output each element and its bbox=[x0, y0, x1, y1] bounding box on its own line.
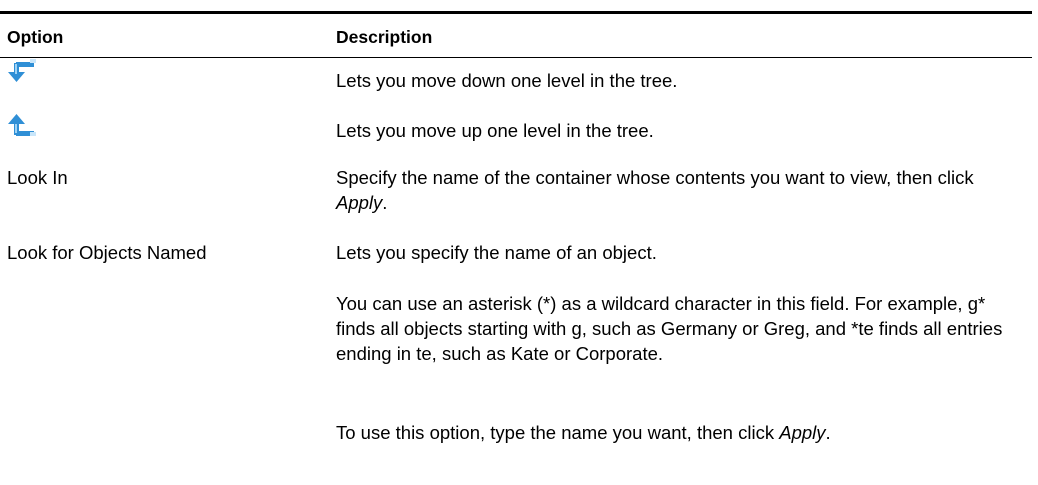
row-look-for-objects-description: Lets you specify the name of an object. bbox=[336, 242, 657, 263]
row-level-down-description: Lets you move down one level in the tree… bbox=[336, 70, 678, 91]
header-option: Option bbox=[7, 27, 64, 47]
row-look-in-option: Look In bbox=[7, 167, 68, 188]
table-top-rule bbox=[0, 11, 1032, 14]
row-look-for-objects-option: Look for Objects Named bbox=[7, 242, 207, 263]
row-level-up-description: Lets you move up one level in the tree. bbox=[336, 120, 654, 141]
level-up-arrow-icon bbox=[5, 110, 39, 140]
row-look-for-objects-description-2: You can use an asterisk (*) as a wildcar… bbox=[336, 293, 1003, 364]
header-rule bbox=[0, 57, 1032, 58]
row-look-in-description: Specify the name of the container whose … bbox=[336, 167, 974, 213]
header-description: Description bbox=[336, 27, 433, 47]
level-down-arrow-icon bbox=[5, 55, 39, 85]
row-look-for-objects-description-3: To use this option, type the name you wa… bbox=[336, 422, 831, 443]
